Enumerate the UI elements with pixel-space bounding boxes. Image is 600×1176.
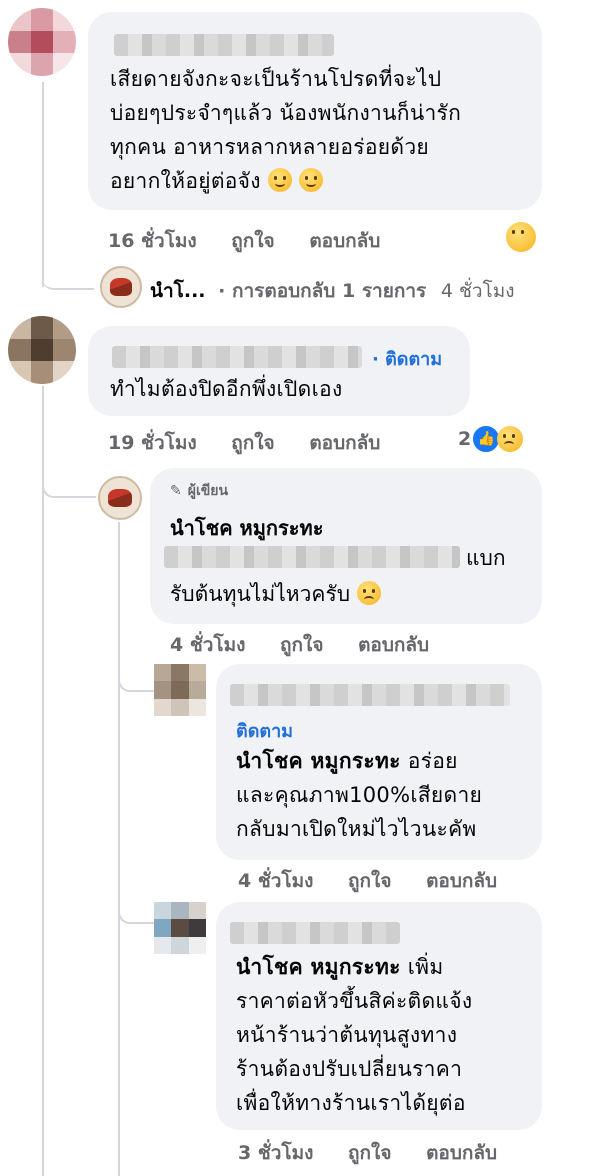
thread-connector: [118, 668, 156, 692]
reaction-count: 2: [458, 428, 472, 450]
page-avatar[interactable]: [100, 266, 142, 308]
follow-link[interactable]: ติดตาม: [236, 716, 293, 745]
timestamp[interactable]: 4 ชั่วโมง: [170, 634, 245, 656]
timestamp[interactable]: 3 ชั่วโมง: [238, 1142, 313, 1164]
reply-bubble: ✎ ผู้เขียน นำโชค หมูกระทะ แบก รับต้นทุนไม…: [150, 468, 542, 624]
blurred-username[interactable]: [112, 346, 362, 368]
page-avatar[interactable]: [98, 476, 142, 520]
reply-button[interactable]: ตอบกลับ: [426, 1142, 497, 1164]
timestamp[interactable]: 16 ชั่วโมง: [108, 230, 197, 252]
tagged-name[interactable]: นำโชค หมูกระทะ: [236, 955, 401, 979]
comment-bubble: เสียดายจังกะจะเป็นร้านโปรดที่จะไป บ่อยๆป…: [88, 12, 542, 210]
reply-bubble: ติดตาม นำโชค หมูกระทะ อร่อย และคุณภาพ100…: [216, 664, 542, 860]
reply-bubble: นำโชค หมูกระทะ เพิ่ม ราคาต่อหัวขึ้นสิค่ะ…: [216, 902, 542, 1130]
blurred-text: [164, 546, 460, 568]
like-button[interactable]: ถูกใจ: [231, 230, 274, 252]
comment-bubble: · ติดตาม ทำไมต้องปิดอีกพึ่งเปิดเอง: [88, 326, 470, 416]
thread-line: [42, 386, 44, 1176]
follow-link[interactable]: · ติดตาม: [372, 344, 442, 373]
like-button[interactable]: ถูกใจ: [280, 634, 323, 656]
thread-line: [118, 522, 120, 1176]
sad-reaction-icon: [497, 426, 524, 452]
reply-button[interactable]: ตอบกลับ: [358, 634, 429, 656]
avatar[interactable]: [154, 664, 206, 716]
reply-summary-text: · การตอบกลับ 1 รายการ: [218, 280, 427, 302]
reply-text: นำโชค หมูกระทะ อร่อย และคุณภาพ100%เสียดา…: [236, 749, 483, 841]
like-button[interactable]: ถูกใจ: [231, 432, 274, 454]
comment-actions: 4 ชั่วโมง ถูกใจ ตอบกลับ: [170, 630, 457, 660]
reply-text: รับต้นทุนไม่ไหวครับ: [170, 578, 381, 611]
avatar[interactable]: [8, 316, 76, 384]
reply-button[interactable]: ตอบกลับ: [426, 870, 497, 892]
thread-connector: [42, 470, 96, 498]
like-button[interactable]: ถูกใจ: [348, 1142, 391, 1164]
smile-emoji-icon: [267, 168, 292, 192]
reply-button[interactable]: ตอบกลับ: [309, 230, 380, 252]
thread-line: [42, 82, 44, 287]
reply-summary[interactable]: นำโ... · การตอบกลับ 1 รายการ 4 ชั่วโมง: [150, 276, 515, 306]
blurred-username[interactable]: [114, 34, 334, 56]
avatar[interactable]: [154, 902, 206, 954]
timestamp[interactable]: 19 ชั่วโมง: [108, 432, 197, 454]
comment-actions: 4 ชั่วโมง ถูกใจ ตอบกลับ: [238, 866, 497, 896]
avatar[interactable]: [8, 8, 76, 76]
thread-connector: [42, 266, 94, 290]
reply-button[interactable]: ตอบกลับ: [309, 432, 380, 454]
sad-emoji-icon: [356, 581, 381, 605]
comment-text: เสียดายจังกะจะเป็นร้านโปรดที่จะไป บ่อยๆป…: [110, 67, 462, 193]
comment-actions: 16 ชั่วโมง ถูกใจ ตอบกลับ: [108, 226, 408, 256]
reply-summary-name: นำโ...: [150, 280, 206, 302]
author-badge: ✎ ผู้เขียน: [170, 483, 229, 499]
blurred-username[interactable]: [230, 922, 400, 944]
reply-summary-time: 4 ชั่วโมง: [440, 280, 515, 302]
thread-connector: [118, 900, 156, 924]
like-button[interactable]: ถูกใจ: [348, 870, 391, 892]
pencil-icon: ✎: [170, 483, 182, 499]
reply-text-suffix: แบก: [466, 546, 506, 570]
smile-emoji-icon: [298, 168, 323, 192]
comment-actions: 19 ชั่วโมง ถูกใจ ตอบกลับ: [108, 428, 408, 458]
tagged-name[interactable]: นำโชค หมูกระทะ: [236, 749, 401, 773]
reply-text: นำโชค หมูกระทะ เพิ่ม ราคาต่อหัวขึ้นสิค่ะ…: [236, 955, 473, 1115]
comment-actions: 3 ชั่วโมง ถูกใจ ตอบกลับ: [238, 1138, 497, 1168]
commenter-name[interactable]: นำโชค หมูกระทะ: [170, 512, 323, 544]
hug-reaction-icon[interactable]: [506, 222, 536, 252]
reaction-summary[interactable]: 2 👍: [458, 424, 524, 454]
blurred-username[interactable]: [230, 684, 510, 706]
timestamp[interactable]: 4 ชั่วโมง: [238, 870, 313, 892]
comment-text: ทำไมต้องปิดอีกพึ่งเปิดเอง: [110, 377, 343, 401]
